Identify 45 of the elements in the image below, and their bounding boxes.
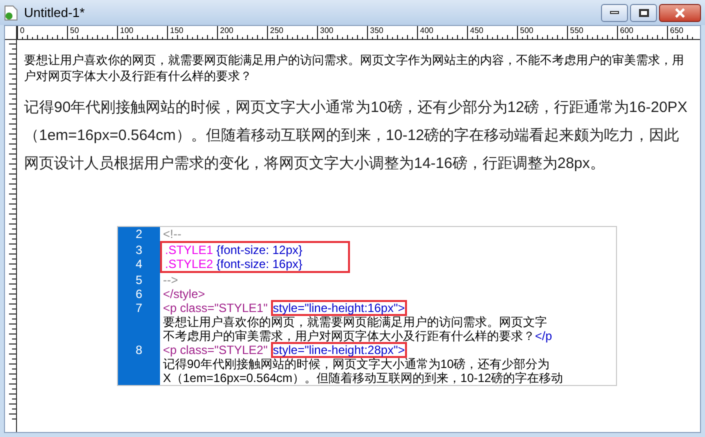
code-text: {font-size: 12px} (216, 244, 302, 256)
document-icon (4, 4, 18, 20)
maximize-button[interactable] (630, 4, 657, 22)
line-number: 8 (136, 344, 142, 356)
line-number: 3 (136, 244, 142, 256)
code-text: 要想让用户喜欢你的网页，就需要网页能满足用户的访问需求。网页文字 (163, 316, 547, 328)
ruler-label: 350 (370, 26, 384, 35)
line-number: 7 (136, 302, 142, 314)
ruler-label: 200 (220, 26, 234, 35)
code-text: 记得90年代刚接触网站的时候，网页文字大小通常为10磅，还有少部分为 (163, 358, 550, 370)
intro-paragraph: 要想让用户喜欢你的网页，就需要网页能满足用户的访问需求。网页文字作为网站主的内容，不能不考虑用户的审美需求，用户对网页字体大小及行距有什么样的要求？ (24, 52, 685, 84)
body-paragraph: 记得90年代刚接触网站的时候，网页文字大小通常为10磅，还有少部分为12磅，行距通常为16-20PX（1em=16px=0.564cm）。但随着移动互联网的到来，10-12磅的字在移动端看起来颇为吃力，因此网页设计人员根据用户需求的变化，将网页文字大小调整为14-16磅，行距调整为28px。 (24, 98, 688, 174)
ruler-label: 650 (670, 26, 684, 35)
code-text: .STYLE2 (165, 258, 214, 270)
ruler-label: 0 (20, 26, 26, 35)
ruler-label: 500 (520, 26, 534, 35)
minimize-button[interactable] (601, 4, 628, 22)
highlight-box: style="line-height:16px"> (270, 300, 407, 316)
ruler-label: 600 (620, 26, 634, 35)
code-text: .STYLE1 (165, 244, 214, 256)
code-text: X（1em=16px=0.564cm）。但随着移动互联网的到来，10-12磅的字在移动 (163, 372, 564, 384)
code-text: <p class="STYLE1" (163, 302, 269, 314)
code-text: 不考虑用户的审美需求，用户对网页字体大小及行距有什么样的要求？ (163, 330, 535, 342)
ruler-label: 50 (70, 26, 80, 35)
line-number: 4 (136, 258, 142, 270)
line-number: 5 (136, 274, 142, 286)
close-icon (674, 8, 686, 18)
ruler-label: 550 (570, 26, 584, 35)
code-text: </style> (163, 288, 206, 300)
code-text: <p class="STYLE2" (163, 344, 269, 356)
code-text: {font-size: 16px} (216, 258, 302, 270)
ruler-label: 150 (170, 26, 184, 35)
ruler-label: 100 (120, 26, 134, 35)
ruler-label: 300 (320, 26, 334, 35)
close-button[interactable] (659, 4, 701, 22)
code-text: </p (535, 330, 552, 342)
window-title: Untitled-1* (24, 4, 85, 22)
line-number: 2 (136, 228, 142, 240)
ruler-label: 400 (420, 26, 434, 35)
ruler-label: 250 (270, 26, 284, 35)
highlight-box: style="line-height:28px"> (270, 342, 407, 358)
code-text: <!-- (163, 228, 182, 240)
code-text: --> (163, 274, 178, 286)
ruler-label: 450 (470, 26, 484, 35)
line-number: 6 (136, 288, 142, 300)
